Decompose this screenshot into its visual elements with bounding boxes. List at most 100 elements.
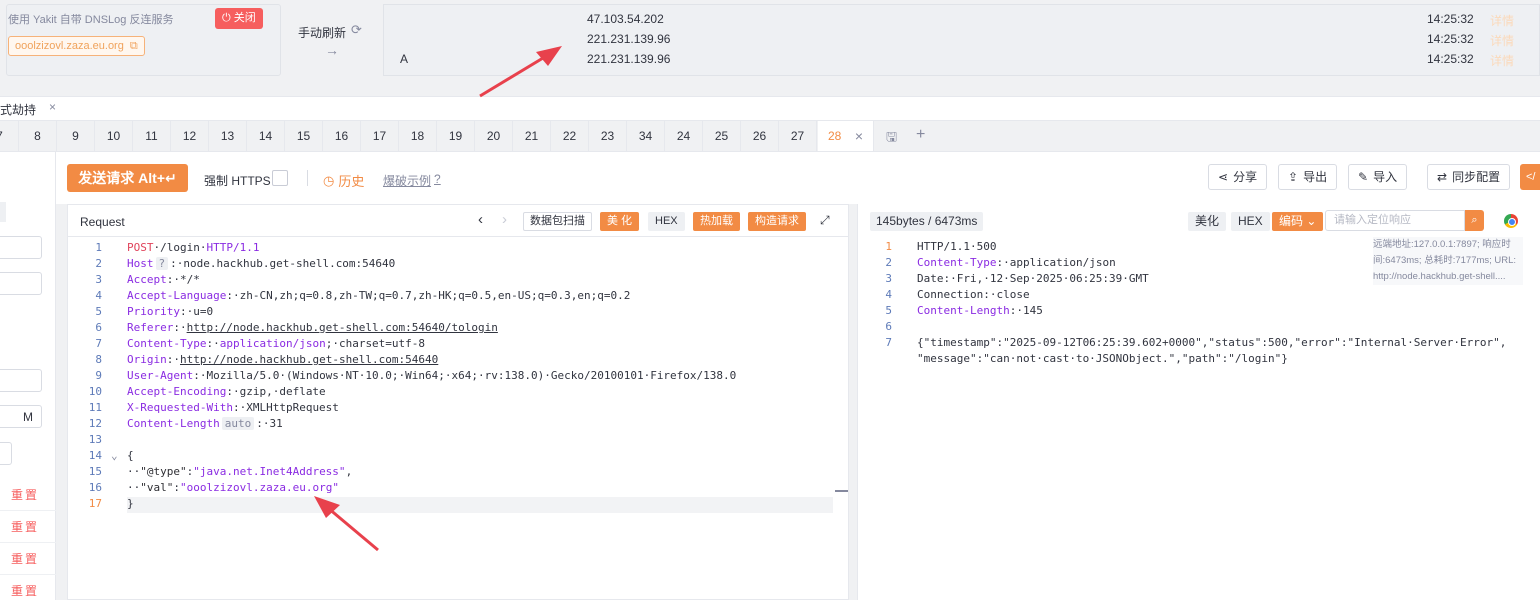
share-icon: ⋖ (1218, 170, 1229, 184)
code-button[interactable]: </ (1520, 164, 1540, 190)
locate-response-input[interactable]: 请输入定位响应 (1325, 210, 1465, 231)
request-tab[interactable]: 24 (665, 121, 703, 151)
chevron-right-icon[interactable]: › (502, 211, 507, 228)
packet-scan-button[interactable]: 数据包扫描 (523, 212, 592, 231)
request-tab[interactable]: 8 (19, 121, 57, 151)
record-detail-link[interactable]: 详情 (1490, 32, 1514, 49)
request-tab[interactable]: 20 (475, 121, 513, 151)
sidebar-input[interactable] (0, 369, 42, 392)
share-button[interactable]: ⋖ 分享 (1208, 164, 1268, 190)
import-button[interactable]: ✎ 导入 (1348, 164, 1408, 190)
request-tab[interactable]: 25 (703, 121, 741, 151)
request-tab[interactable]: 22 (551, 121, 589, 151)
force-https-checkbox[interactable] (272, 170, 288, 186)
request-tab[interactable]: 34 (627, 121, 665, 151)
code-line: Date:·Fri,·12·Sep·2025·06:25:39·GMT (917, 272, 1149, 285)
request-tab-active[interactable]: 28 × (818, 121, 874, 151)
dnslog-domain[interactable]: ooolzizovl.zaza.eu.org ⧉ (8, 36, 145, 56)
response-panel: 145bytes / 6473ms 美化 HEX 编码 ⌄ 请输入定位响应 ⌕ … (857, 204, 1540, 600)
code-line: {"timestamp":"2025-09-12T06:25:39.602+00… (917, 336, 1506, 349)
sidebar-input[interactable] (0, 272, 42, 295)
copy-icon[interactable]: ⧉ (130, 37, 138, 55)
import-label: 导入 (1373, 170, 1398, 184)
dnslog-close-button[interactable]: ⏻ 关闭 (215, 8, 263, 29)
code-token: :·31 (256, 417, 283, 430)
sidebar-input[interactable] (0, 442, 12, 465)
expand-icon[interactable]: ⤢ (820, 213, 830, 228)
close-icon[interactable]: × (855, 121, 863, 151)
request-tab[interactable]: 13 (209, 121, 247, 151)
refresh-icon[interactable]: ⟳ (351, 22, 362, 38)
request-tab[interactable]: 10 (95, 121, 133, 151)
response-hex-button[interactable]: HEX (1231, 212, 1270, 231)
request-tab[interactable]: 15 (285, 121, 323, 151)
crack-example-link[interactable]: 爆破示例? (383, 172, 441, 189)
request-tab[interactable]: 11 (133, 121, 171, 151)
close-icon[interactable]: × (49, 100, 56, 114)
search-icon[interactable]: ⌕ (1465, 210, 1484, 231)
code-token: Date:·Fri,·12·Sep·2025·06:25:39·GMT (917, 272, 1149, 285)
export-button[interactable]: ⇪ 导出 (1278, 164, 1338, 190)
request-tab[interactable]: 9 (57, 121, 95, 151)
dns-record-row: 221.231.139.96 14:25:32 详情 (384, 32, 1539, 52)
line-number: 8 (95, 353, 102, 366)
record-detail-link[interactable]: 详情 (1490, 12, 1514, 29)
line-number: 16 (88, 481, 102, 494)
request-tab[interactable]: 12 (171, 121, 209, 151)
chrome-icon[interactable] (1504, 214, 1518, 228)
line-number: 17 (88, 497, 102, 510)
code-token: } (127, 497, 134, 510)
code-token: X-Requested-With (127, 401, 233, 414)
request-tab[interactable]: 16 (323, 121, 361, 151)
fold-icon[interactable]: ⌄ (111, 449, 118, 462)
response-info: 远端地址:127.0.0.1:7897; 响应时间:6473ms; 总耗时:71… (1373, 237, 1523, 285)
add-tab-icon[interactable]: + (916, 126, 925, 144)
chevron-left-icon[interactable]: ‹ (478, 211, 483, 228)
reset-button[interactable]: 重置 (11, 582, 39, 599)
request-tab[interactable]: 21 (513, 121, 551, 151)
record-detail-link[interactable]: 详情 (1490, 52, 1514, 69)
code-token: Origin (127, 353, 167, 366)
import-icon: ✎ (1358, 170, 1369, 184)
code-token: ·/login· (153, 241, 207, 254)
history-button[interactable]: ◷ 历史 (323, 171, 364, 190)
plugin-tab-label[interactable]: 式劫持 (0, 101, 36, 118)
request-tab[interactable]: 18 (399, 121, 437, 151)
domain-text: ooolzizovl.zaza.eu.org (15, 40, 124, 52)
code-token: Content-Type (917, 256, 997, 269)
request-tab[interactable]: 23 (589, 121, 627, 151)
code-line: Accept-Encoding:·gzip,·deflate (127, 385, 326, 398)
code-token: :· (206, 337, 220, 350)
reset-button[interactable]: 重置 (11, 518, 39, 535)
construct-request-button[interactable]: 构造请求 (748, 212, 806, 231)
dns-record-row: 47.103.54.202 14:25:32 详情 (384, 12, 1539, 32)
reset-button[interactable]: 重置 (11, 486, 39, 503)
manual-refresh-label[interactable]: 手动刷新 (298, 24, 346, 41)
code-token: :·XMLHttpRequest (232, 401, 339, 414)
reset-button[interactable]: 重置 (11, 550, 39, 567)
request-tab[interactable]: 17 (361, 121, 399, 151)
encode-dropdown[interactable]: 编码 ⌄ (1272, 212, 1324, 231)
sidebar-input[interactable] (0, 236, 42, 259)
request-tab[interactable]: 26 (741, 121, 779, 151)
hex-button[interactable]: HEX (648, 212, 685, 231)
request-tab[interactable]: 7 (0, 121, 19, 151)
code-token: Content-Length (127, 417, 220, 430)
record-ip: 47.103.54.202 (587, 12, 664, 26)
save-icon[interactable]: 🖫 (886, 128, 897, 150)
sync-config-button[interactable]: ⇄ 同步配置 (1427, 164, 1511, 190)
line-number: 13 (88, 433, 102, 446)
request-tab[interactable]: 19 (437, 121, 475, 151)
hotload-button[interactable]: 热加载 (693, 212, 740, 231)
send-label: 发送请求 Alt+ (78, 170, 165, 186)
code-token: application/json (219, 337, 326, 350)
beautify-button[interactable]: 美 化 (600, 212, 640, 231)
line-number: 15 (88, 465, 102, 478)
send-request-button[interactable]: 发送请求 Alt+↵ (67, 164, 188, 192)
sidebar-select[interactable]: M (0, 405, 42, 428)
line-number: 11 (88, 401, 102, 414)
request-tab[interactable]: 27 (779, 121, 817, 151)
code-token: :·gzip,·deflate (226, 385, 326, 398)
request-tab[interactable]: 14 (247, 121, 285, 151)
response-beautify-button[interactable]: 美化 (1188, 212, 1227, 231)
